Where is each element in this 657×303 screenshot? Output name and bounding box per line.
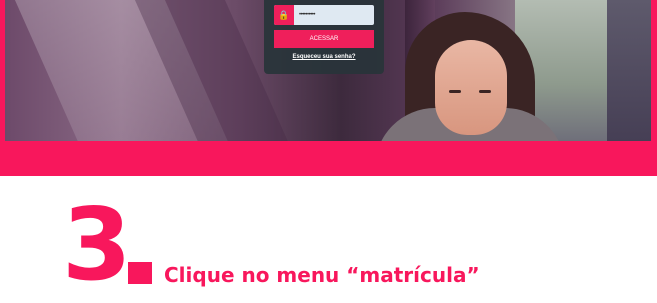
password-value: •••••••••• — [299, 12, 316, 18]
person-eye-right — [479, 90, 491, 93]
lock-icon: 🔒 — [274, 5, 294, 25]
person-face — [435, 40, 507, 135]
step-number: 3 — [62, 186, 132, 303]
window-dark — [607, 0, 651, 141]
person-eye-left — [449, 90, 461, 93]
step-number-dot — [128, 262, 152, 284]
login-button[interactable]: ACESSAR — [274, 30, 374, 48]
forgot-password-link[interactable]: Esqueceu sua senha? — [264, 54, 384, 60]
step-instruction: Clique no menu “matrícula” — [164, 263, 480, 287]
password-field[interactable]: 🔒 •••••••••• — [274, 5, 374, 25]
login-card: 🔒 •••••••••• ACESSAR Esqueceu sua senha? — [264, 0, 384, 74]
